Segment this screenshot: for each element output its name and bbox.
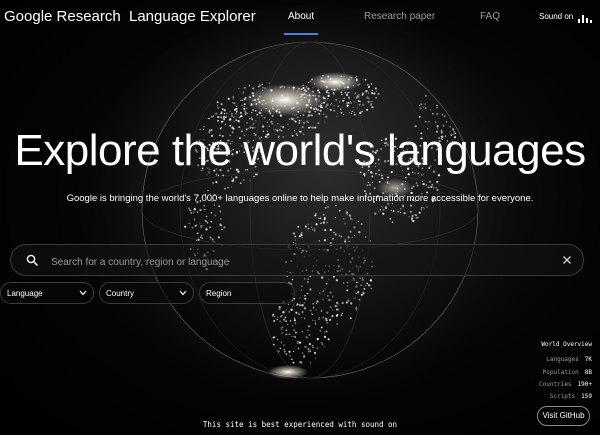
overview-value: 159 — [581, 393, 592, 400]
chevron-down-icon — [179, 290, 187, 296]
sound-bars-icon[interactable] — [578, 11, 592, 23]
top-nav: Google Research Language Explorer About … — [0, 0, 600, 36]
overview-row-population: Population 8B — [543, 369, 592, 376]
overview-label: Population — [542, 369, 579, 376]
app-title[interactable]: Language Explorer — [129, 8, 256, 25]
overview-value: 7K — [584, 356, 592, 363]
country-filter-dropdown[interactable]: Country — [99, 282, 194, 304]
region-filter-label: Region — [206, 289, 232, 298]
hero-title: Explore the world's languages — [14, 126, 586, 175]
sound-recommendation-note: This site is best experienced with sound… — [202, 420, 398, 429]
close-icon[interactable] — [560, 253, 574, 267]
search-icon — [26, 254, 38, 266]
globe-light-cluster — [245, 84, 325, 116]
brand-logo[interactable]: Google Research — [4, 8, 121, 25]
chevron-down-icon — [79, 290, 87, 296]
overview-label: Languages — [546, 356, 579, 363]
active-tab-indicator — [284, 33, 318, 35]
search-bar — [10, 244, 584, 276]
nav-link-faq[interactable]: FAQ — [480, 11, 500, 22]
language-filter-dropdown[interactable]: Language — [0, 282, 94, 304]
nav-link-research-paper[interactable]: Research paper — [364, 11, 435, 22]
overview-row-countries: Countries 190+ — [539, 381, 592, 388]
globe-light-cluster — [309, 72, 361, 92]
page: Google Research Language Explorer About … — [0, 0, 600, 435]
region-filter[interactable]: Region — [199, 282, 295, 304]
language-filter-label: Language — [7, 289, 43, 298]
overview-value: 190+ — [577, 381, 592, 388]
nav-link-about[interactable]: About — [288, 11, 314, 22]
search-input[interactable] — [49, 253, 533, 271]
overview-value: 8B — [584, 369, 592, 376]
hero-subtitle: Google is bringing the world's 7,000+ la… — [66, 193, 534, 204]
globe-visualization[interactable] — [0, 0, 600, 435]
overview-row-scripts: Scripts 159 — [550, 393, 592, 400]
overview-row-languages: Languages 7K — [546, 356, 592, 363]
country-filter-label: Country — [106, 289, 135, 298]
overview-label: Scripts — [549, 393, 576, 400]
globe-light-cluster — [268, 365, 308, 379]
sound-toggle[interactable]: Sound on — [539, 12, 573, 21]
overview-label: Countries — [539, 381, 572, 388]
world-overview-title: World Overview — [541, 341, 592, 348]
